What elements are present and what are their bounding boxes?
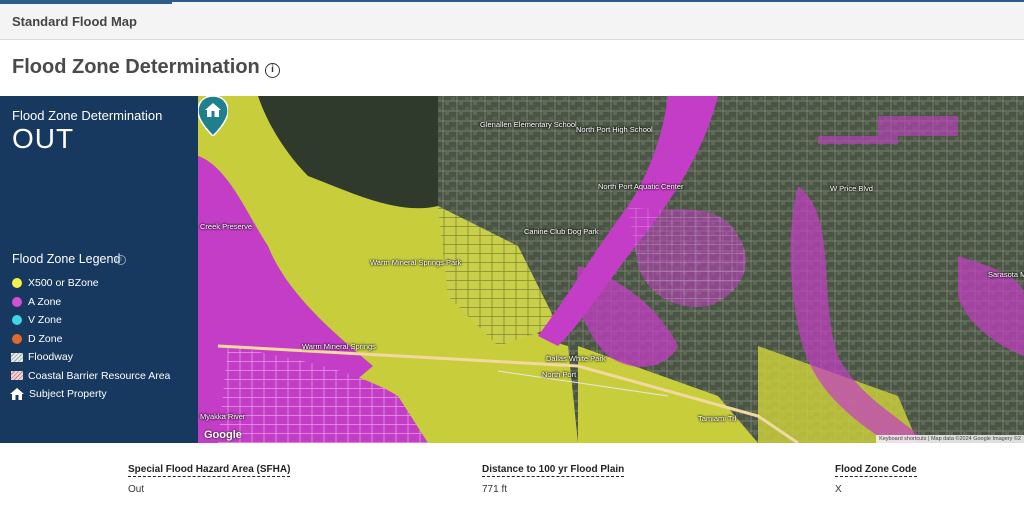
legend-item-v-zone: V Zone bbox=[10, 311, 170, 330]
page-title: Flood Zone Determination bbox=[12, 56, 260, 78]
sfha-label: Special Flood Hazard Area (SFHA) bbox=[128, 464, 291, 477]
distance-value: 771 ft bbox=[482, 484, 508, 495]
flood-map[interactable]: Glenallen Elementary School North Port H… bbox=[198, 96, 1024, 443]
legend-info-icon[interactable]: i bbox=[116, 255, 126, 265]
zone-code-label: Flood Zone Code bbox=[835, 464, 917, 477]
map-label-school: Glenallen Elementary School bbox=[480, 120, 577, 129]
house-icon bbox=[10, 388, 24, 401]
magenta-dot-icon bbox=[12, 296, 22, 307]
map-label-creek: Creek Preserve bbox=[200, 222, 253, 231]
legend-item-subject-property: Subject Property bbox=[10, 385, 170, 404]
map-label-sarasota: Sarasota M Port EM bbox=[988, 270, 1024, 279]
pink-hatch-icon bbox=[11, 371, 23, 381]
cyan-dot-icon bbox=[12, 315, 22, 326]
active-tab-indicator bbox=[0, 0, 172, 4]
legend-item-label: Coastal Barrier Resource Area bbox=[28, 369, 171, 382]
map-label-high-school: North Port High School bbox=[576, 125, 653, 134]
legend-item-floodway: Floodway bbox=[10, 348, 170, 367]
map-label-dallas-white: Dallas White Park bbox=[546, 354, 606, 363]
tab-standard-flood-map[interactable]: Standard Flood Map bbox=[12, 14, 137, 29]
map-label-north-port: North Port bbox=[542, 370, 577, 379]
info-icon[interactable]: i bbox=[265, 63, 280, 78]
map-label-river: Myakka River bbox=[200, 412, 246, 421]
map-label-tamiami: Tamiami Trl bbox=[698, 414, 737, 423]
legend-item-label: D Zone bbox=[28, 332, 63, 345]
map-label-warm-springs: Warm Mineral Springs bbox=[302, 342, 376, 351]
map-label-aquatic: North Port Aquatic Center bbox=[598, 182, 684, 191]
map-attribution[interactable]: Keyboard shortcuts | Map data ©2024 Goog… bbox=[876, 435, 1024, 443]
legend-item-label: Subject Property bbox=[29, 388, 107, 401]
determination-value: OUT bbox=[12, 123, 75, 154]
legend-title: Flood Zone Legend bbox=[12, 252, 121, 266]
determination-panel: Flood Zone Determination OUT Flood Zone … bbox=[0, 96, 198, 443]
legend-item-label: Floodway bbox=[28, 351, 73, 364]
yellow-dot-icon bbox=[12, 278, 22, 289]
legend-item-a-zone: A Zone bbox=[10, 293, 170, 312]
map-label-warm-springs-park: Warm Mineral Springs Park bbox=[370, 258, 462, 267]
google-logo: Google bbox=[204, 429, 242, 441]
legend-item-label: V Zone bbox=[28, 314, 62, 327]
map-label-price-blvd: W Price Blvd bbox=[830, 184, 873, 193]
legend-item-cbra: Coastal Barrier Resource Area bbox=[10, 367, 170, 386]
legend-list: X500 or BZone A Zone V Zone D Zone Flood… bbox=[10, 274, 170, 404]
distance-label: Distance to 100 yr Flood Plain bbox=[482, 464, 625, 477]
distance-column: Distance to 100 yr Flood Plain 771 ft bbox=[482, 459, 625, 495]
subject-property-pin-icon[interactable] bbox=[198, 96, 228, 136]
determination-label: Flood Zone Determination bbox=[12, 108, 163, 123]
legend-item-x500: X500 or BZone bbox=[10, 274, 170, 293]
sfha-value: Out bbox=[128, 484, 145, 495]
legend-item-label: A Zone bbox=[28, 295, 62, 308]
map-label-dog-park: Canine Club Dog Park bbox=[524, 227, 599, 236]
zone-code-value: X bbox=[835, 484, 842, 495]
hatch-icon bbox=[11, 352, 23, 362]
map-imagery bbox=[198, 96, 1024, 443]
summary-footer: Special Flood Hazard Area (SFHA) Out Dis… bbox=[0, 443, 1024, 510]
zone-code-column: Flood Zone Code X bbox=[835, 459, 917, 495]
top-tab-bar: Standard Flood Map bbox=[0, 0, 1024, 40]
legend-item-label: X500 or BZone bbox=[28, 277, 99, 290]
sfha-column: Special Flood Hazard Area (SFHA) Out bbox=[128, 459, 291, 495]
legend-item-d-zone: D Zone bbox=[10, 330, 170, 349]
orange-dot-icon bbox=[12, 333, 22, 344]
